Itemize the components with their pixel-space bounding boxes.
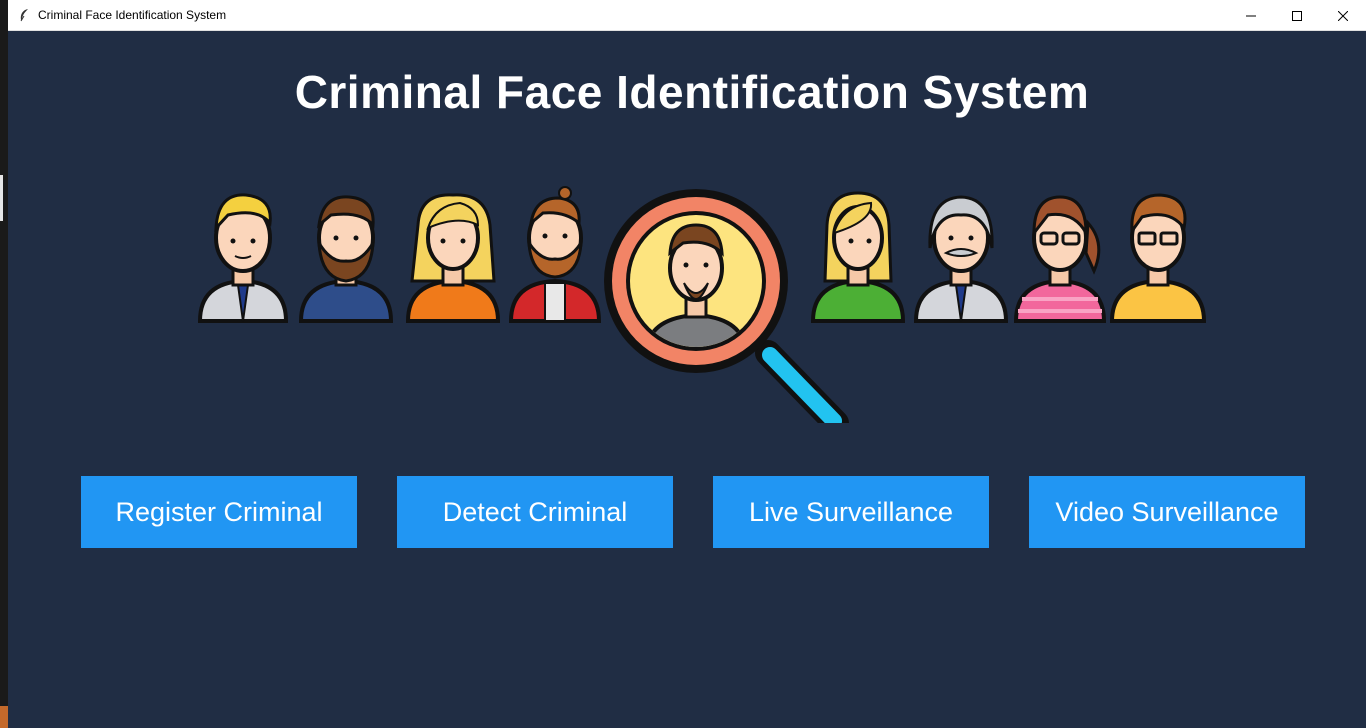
minimize-button[interactable]	[1228, 0, 1274, 31]
maximize-button[interactable]	[1274, 0, 1320, 31]
person-icon	[1013, 195, 1107, 323]
background-window-marker	[0, 175, 3, 221]
window-controls	[1228, 0, 1366, 31]
person-icon	[405, 193, 501, 323]
detect-criminal-button[interactable]: Detect Criminal	[397, 476, 673, 548]
minimize-icon	[1246, 15, 1256, 16]
person-icon	[1109, 193, 1207, 323]
close-icon	[1338, 10, 1348, 21]
person-icon	[508, 186, 602, 323]
background-window-accent	[0, 706, 8, 728]
criminal-lineup-illustration	[197, 186, 1207, 423]
video-surveillance-button[interactable]: Video Surveillance	[1029, 476, 1305, 548]
maximize-icon	[1292, 10, 1302, 21]
close-button[interactable]	[1320, 0, 1366, 31]
register-criminal-button[interactable]: Register Criminal	[81, 476, 357, 548]
person-icon	[810, 191, 906, 323]
feather-icon	[16, 7, 32, 23]
main-window: Criminal Face Identification System Regi…	[8, 31, 1366, 728]
magnifier-icon	[604, 189, 849, 423]
live-surveillance-button[interactable]: Live Surveillance	[713, 476, 989, 548]
window-titlebar[interactable]: Criminal Face Identification System	[8, 0, 1366, 31]
background-window-edge	[0, 0, 8, 728]
window-title: Criminal Face Identification System	[38, 8, 227, 22]
person-icon	[298, 195, 394, 323]
page-title: Criminal Face Identification System	[294, 66, 1090, 118]
person-icon	[913, 195, 1009, 323]
person-icon	[197, 193, 289, 323]
